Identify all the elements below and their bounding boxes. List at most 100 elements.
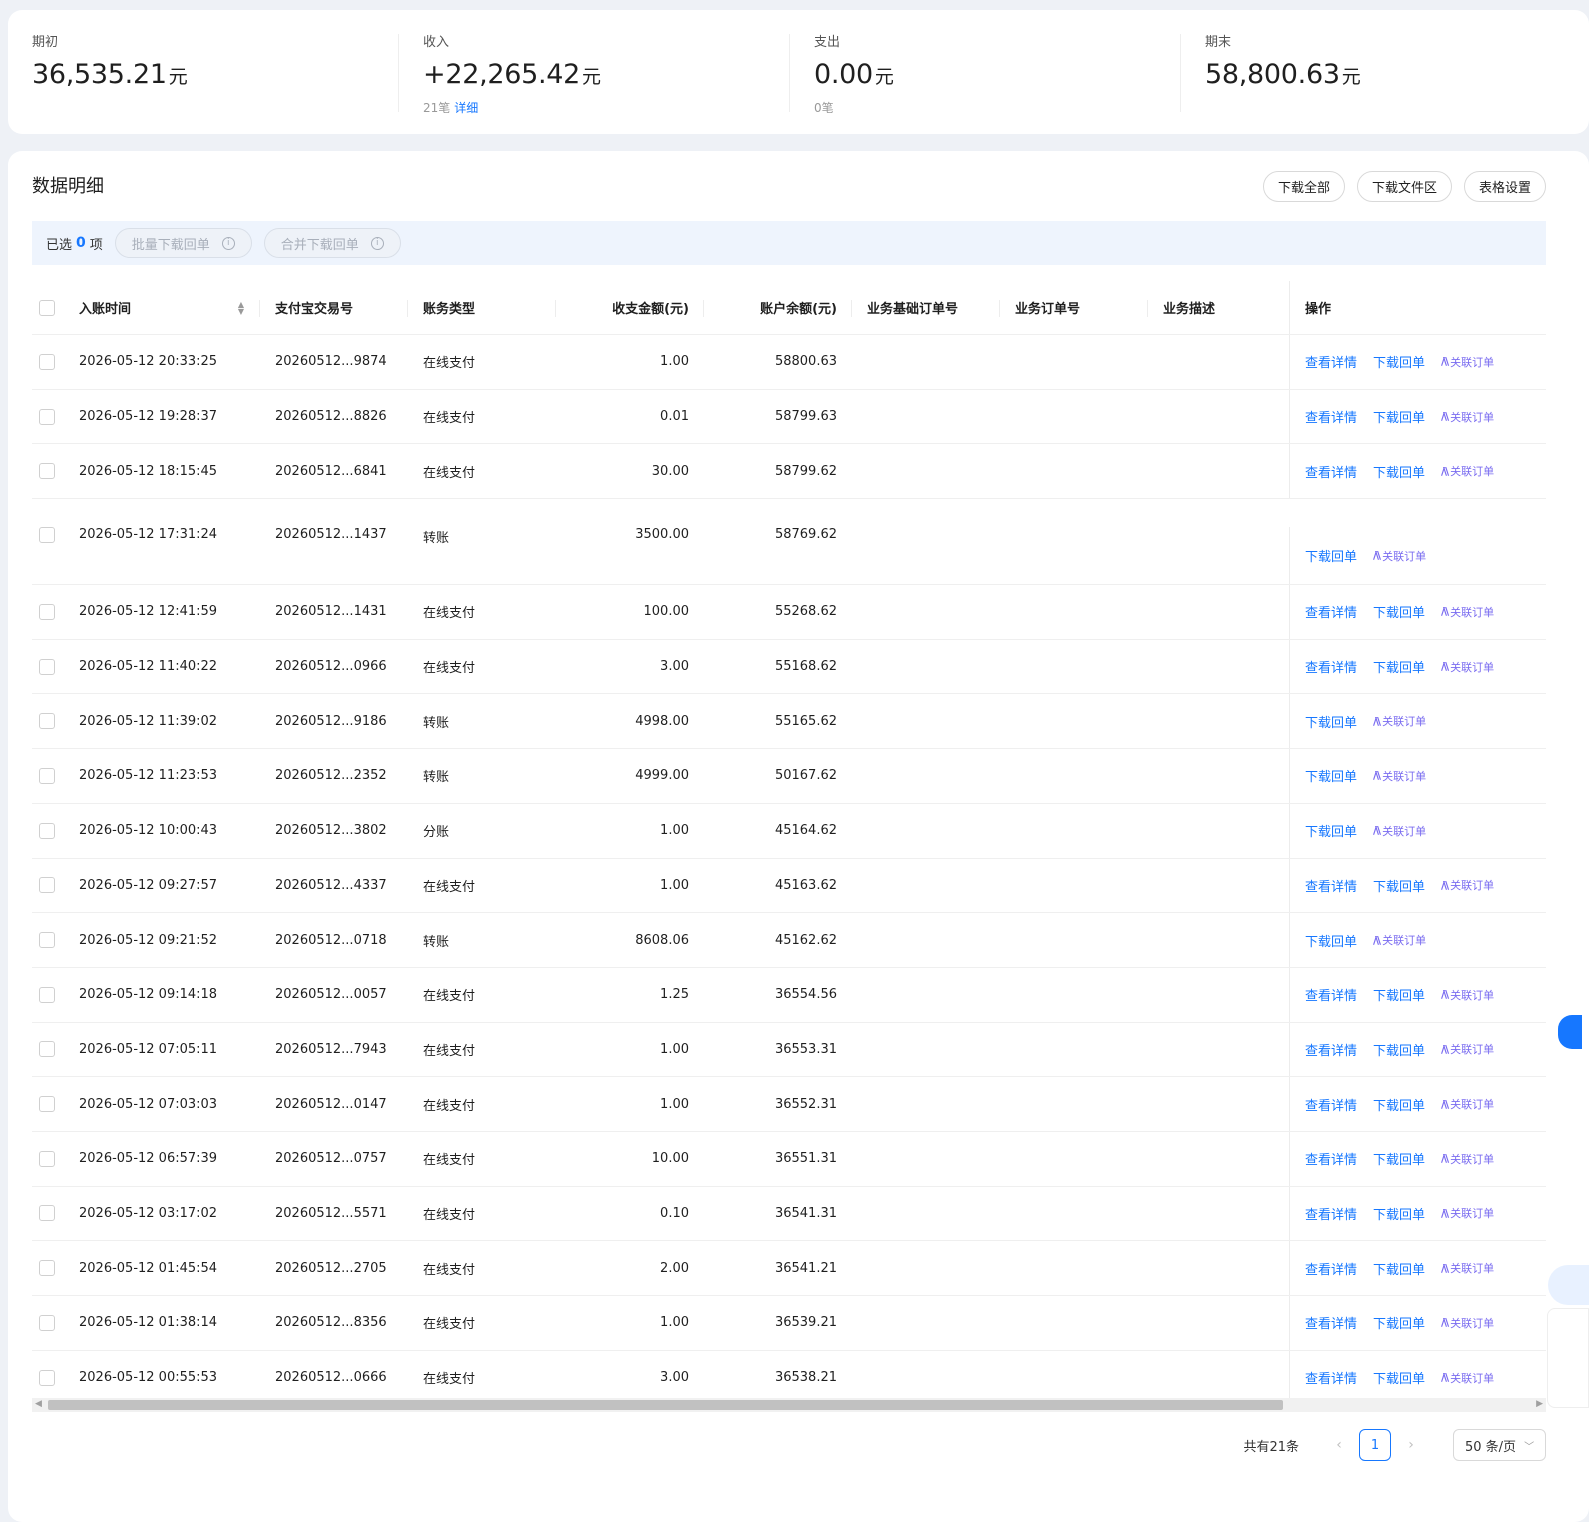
view-detail-link[interactable]: 查看详情 [1305, 1204, 1357, 1223]
download-receipt-link[interactable]: 下载回单 [1373, 876, 1425, 895]
row-checkbox[interactable] [39, 527, 55, 544]
row-checkbox[interactable] [39, 713, 55, 730]
robot-assistant-icon[interactable] [1548, 1265, 1589, 1305]
row-checkbox[interactable] [39, 1096, 55, 1113]
cell-type: 在线支付 [423, 465, 476, 481]
cell-amount: 3.00 [660, 659, 689, 675]
download-receipt-link[interactable]: 下载回单 [1373, 1095, 1425, 1114]
cell-trade-no: 20260512...0057 [275, 987, 387, 1003]
view-detail-link[interactable]: 查看详情 [1305, 1095, 1357, 1114]
next-page-icon[interactable]: › [1399, 1437, 1423, 1453]
ai-icon: /\\ [1441, 660, 1449, 674]
view-detail-link[interactable]: 查看详情 [1305, 985, 1357, 1004]
row-checkbox[interactable] [39, 932, 55, 949]
download-receipt-link[interactable]: 下载回单 [1373, 657, 1425, 676]
row-checkbox[interactable] [39, 877, 55, 894]
row-checkbox[interactable] [39, 408, 55, 425]
view-detail-link[interactable]: 查看详情 [1305, 876, 1357, 895]
download-receipt-link[interactable]: 下载回单 [1373, 462, 1425, 481]
row-checkbox[interactable] [39, 1041, 55, 1058]
link-order-button[interactable]: /\\ 关联订单 [1373, 548, 1426, 564]
scrollbar-thumb[interactable] [48, 1400, 1283, 1410]
row-checkbox[interactable] [39, 1205, 55, 1222]
download-receipt-link[interactable]: 下载回单 [1305, 546, 1357, 565]
download-receipt-link[interactable]: 下载回单 [1373, 352, 1425, 371]
view-detail-link[interactable]: 查看详情 [1305, 1040, 1357, 1059]
header-time[interactable]: 入账时间 ▲ ▼ [79, 281, 260, 335]
scroll-right-icon[interactable]: ▶ [1536, 1399, 1543, 1409]
header-amount: 收支金额(元) [556, 281, 704, 335]
select-all-checkbox[interactable] [39, 299, 55, 316]
link-order-button[interactable]: /\\ 关联订单 [1441, 354, 1494, 370]
download-receipt-link[interactable]: 下载回单 [1373, 602, 1425, 621]
scroll-left-icon[interactable]: ◀ [35, 1399, 42, 1409]
view-detail-link[interactable]: 查看详情 [1305, 352, 1357, 371]
row-checkbox[interactable] [39, 1314, 55, 1331]
link-order-button[interactable]: /\\ 关联订单 [1441, 1096, 1494, 1112]
download-receipt-link[interactable]: 下载回单 [1305, 931, 1357, 950]
download-files-button[interactable]: 下载文件区 [1356, 171, 1452, 202]
link-order-button[interactable]: /\\ 关联订单 [1373, 932, 1426, 948]
download-receipt-link[interactable]: 下载回单 [1305, 766, 1357, 785]
download-receipt-link[interactable]: 下载回单 [1373, 1259, 1425, 1278]
link-order-button[interactable]: /\\ 关联订单 [1441, 1370, 1494, 1386]
view-detail-link[interactable]: 查看详情 [1305, 602, 1357, 621]
horizontal-scrollbar[interactable]: ◀ ▶ [32, 1398, 1546, 1412]
table-row: 2026-05-12 19:28:37 20260512...8826 在线支付 0.… [32, 389, 1546, 445]
sort-icon[interactable]: ▲ ▼ [238, 300, 244, 315]
row-checkbox[interactable] [39, 658, 55, 675]
row-select-cell [32, 1260, 79, 1277]
download-receipt-link[interactable]: 下载回单 [1373, 1204, 1425, 1223]
view-detail-link[interactable]: 查看详情 [1305, 1313, 1357, 1332]
batch-download-button[interactable]: 批量下载回单 i [114, 228, 252, 258]
download-all-button[interactable]: 下载全部 [1262, 171, 1345, 202]
row-checkbox[interactable] [39, 1260, 55, 1277]
view-detail-link[interactable]: 查看详情 [1305, 1368, 1357, 1387]
link-order-button[interactable]: /\\ 关联订单 [1441, 463, 1494, 479]
link-order-button[interactable]: /\\ 关联订单 [1441, 659, 1494, 675]
download-receipt-link[interactable]: 下载回单 [1305, 821, 1357, 840]
summary-label: 支出 [814, 35, 841, 50]
page-number[interactable]: 1 [1359, 1429, 1391, 1461]
download-receipt-link[interactable]: 下载回单 [1305, 712, 1357, 731]
link-order-button[interactable]: /\\ 关联订单 [1441, 877, 1494, 893]
link-order-button[interactable]: /\\ 关联订单 [1441, 409, 1494, 425]
view-detail-link[interactable]: 查看详情 [1305, 407, 1357, 426]
row-checkbox[interactable] [39, 1150, 55, 1167]
side-tools[interactable] [1547, 1308, 1589, 1408]
row-checkbox[interactable] [39, 463, 55, 480]
row-checkbox[interactable] [39, 822, 55, 839]
cell-ops: 下载回单 /\\ 关联订单 [1289, 527, 1546, 585]
link-order-button[interactable]: /\\ 关联订单 [1441, 1205, 1494, 1221]
link-order-button[interactable]: /\\ 关联订单 [1441, 1315, 1494, 1331]
link-order-button[interactable]: /\\ 关联订单 [1441, 1041, 1494, 1057]
link-order-button[interactable]: /\\ 关联订单 [1373, 713, 1426, 729]
download-receipt-link[interactable]: 下载回单 [1373, 407, 1425, 426]
link-order-button[interactable]: /\\ 关联订单 [1441, 1151, 1494, 1167]
row-checkbox[interactable] [39, 603, 55, 620]
row-checkbox[interactable] [39, 353, 55, 370]
row-checkbox[interactable] [39, 986, 55, 1003]
view-detail-link[interactable]: 查看详情 [1305, 657, 1357, 676]
row-checkbox[interactable] [39, 767, 55, 784]
view-detail-link[interactable]: 查看详情 [1305, 1149, 1357, 1168]
prev-page-icon[interactable]: ‹ [1327, 1437, 1351, 1453]
download-receipt-link[interactable]: 下载回单 [1373, 1368, 1425, 1387]
link-order-button[interactable]: /\\ 关联订单 [1373, 768, 1426, 784]
link-order-button[interactable]: /\\ 关联订单 [1373, 823, 1426, 839]
table-settings-button[interactable]: 表格设置 [1463, 171, 1546, 202]
link-order-button[interactable]: /\\ 关联订单 [1441, 987, 1494, 1003]
row-checkbox[interactable] [39, 1369, 55, 1386]
link-order-button[interactable]: /\\ 关联订单 [1441, 604, 1494, 620]
download-receipt-link[interactable]: 下载回单 [1373, 1313, 1425, 1332]
assistant-float-button[interactable] [1558, 1015, 1582, 1049]
page-size-select[interactable]: 50 条/页 ﹀ [1453, 1429, 1546, 1461]
link-order-button[interactable]: /\\ 关联订单 [1441, 1260, 1494, 1276]
merge-download-button[interactable]: 合并下载回单 i [263, 228, 401, 258]
view-detail-link[interactable]: 查看详情 [1305, 1259, 1357, 1278]
download-receipt-link[interactable]: 下载回单 [1373, 1149, 1425, 1168]
download-receipt-link[interactable]: 下载回单 [1373, 985, 1425, 1004]
download-receipt-link[interactable]: 下载回单 [1373, 1040, 1425, 1059]
view-detail-link[interactable]: 查看详情 [1305, 462, 1357, 481]
income-detail-link[interactable]: 详细 [454, 101, 478, 115]
